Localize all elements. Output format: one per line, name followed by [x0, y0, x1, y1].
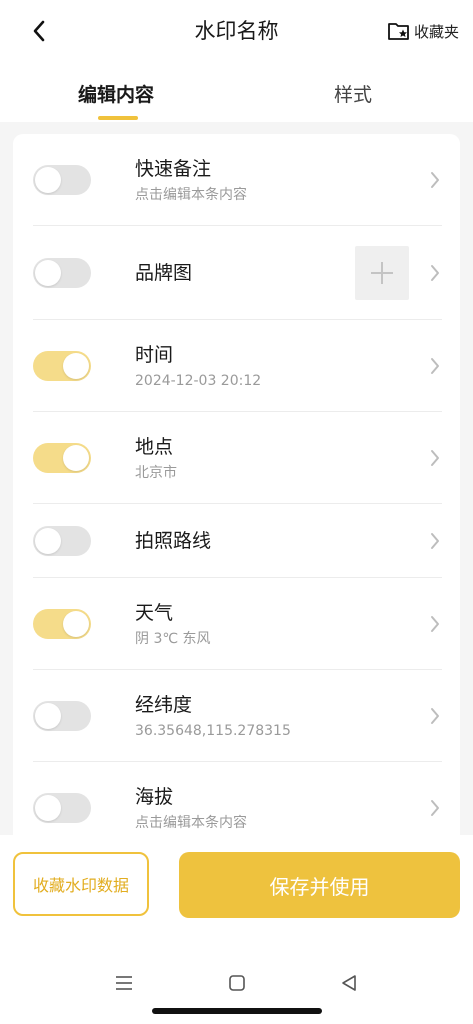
chevron-right-icon [431, 800, 439, 816]
row-title: 快速备注 [135, 158, 212, 180]
row-subtitle: 点击编辑本条内容 [135, 815, 247, 831]
location-toggle[interactable] [33, 443, 91, 473]
folder-star-icon [388, 23, 409, 40]
row-subtitle: 北京市 [135, 465, 177, 481]
list-item-coordinates[interactable]: 经纬度 36.35648,115.278315 [13, 670, 460, 762]
time-toggle[interactable] [33, 351, 91, 381]
list-item-time[interactable]: 时间 2024-12-03 20:12 [13, 320, 460, 412]
row-title: 天气 [135, 602, 174, 624]
photo-route-toggle[interactable] [33, 526, 91, 556]
chevron-right-icon [431, 172, 439, 188]
row-title: 时间 [135, 344, 174, 366]
tab-bar: 编辑内容 样式 [0, 70, 473, 122]
chevron-right-icon [431, 616, 439, 632]
row-title: 经纬度 [135, 694, 193, 716]
back-triangle-icon[interactable] [340, 974, 358, 992]
coordinates-toggle[interactable] [33, 701, 91, 731]
add-brand-image-button[interactable] [355, 246, 409, 300]
row-subtitle: 2024-12-03 20:12 [135, 373, 262, 389]
tab-edit-content[interactable]: 编辑内容 [78, 82, 154, 108]
list-item-quick-note[interactable]: 快速备注 点击编辑本条内容 [13, 134, 460, 226]
watermark-fields-list: 快速备注 点击编辑本条内容 品牌图 时间 2024-12-03 20:12 地点… [13, 134, 460, 835]
home-square-icon[interactable] [228, 974, 246, 992]
row-title: 品牌图 [135, 262, 193, 284]
row-subtitle: 36.35648,115.278315 [135, 723, 291, 739]
row-title: 海拔 [135, 786, 174, 808]
toggle-knob [63, 445, 89, 471]
weather-toggle[interactable] [33, 609, 91, 639]
list-item-weather[interactable]: 天气 阴 3℃ 东风 [13, 578, 460, 670]
toggle-knob [35, 703, 61, 729]
header-bar: 水印名称 收藏夹 [0, 0, 473, 62]
altitude-toggle[interactable] [33, 793, 91, 823]
home-indicator[interactable] [152, 1008, 322, 1014]
system-navigation-bar [0, 940, 473, 1024]
favorites-label: 收藏夹 [413, 22, 459, 41]
list-item-location[interactable]: 地点 北京市 [13, 412, 460, 504]
row-subtitle: 点击编辑本条内容 [135, 187, 247, 203]
chevron-right-icon [431, 358, 439, 374]
toggle-knob [35, 795, 61, 821]
save-and-use-button[interactable]: 保存并使用 [179, 852, 460, 918]
toggle-knob [63, 611, 89, 637]
list-item-brand-image[interactable]: 品牌图 [13, 226, 460, 320]
plus-icon [371, 262, 393, 284]
toggle-knob [35, 528, 61, 554]
chevron-right-icon [431, 708, 439, 724]
row-title: 地点 [135, 436, 174, 458]
chevron-right-icon [431, 265, 439, 281]
favorite-watermark-data-button[interactable]: 收藏水印数据 [13, 852, 149, 916]
list-item-photo-route[interactable]: 拍照路线 [13, 504, 460, 578]
tab-style[interactable]: 样式 [334, 82, 372, 108]
row-title: 拍照路线 [135, 530, 212, 552]
bottom-action-bar: 收藏水印数据 保存并使用 [0, 835, 473, 935]
brand-image-toggle[interactable] [33, 258, 91, 288]
chevron-right-icon [431, 533, 439, 549]
active-tab-indicator [98, 116, 138, 120]
toggle-knob [63, 353, 89, 379]
toggle-knob [35, 167, 61, 193]
quick-note-toggle[interactable] [33, 165, 91, 195]
menu-icon[interactable] [114, 974, 134, 992]
list-item-altitude[interactable]: 海拔 点击编辑本条内容 [13, 762, 460, 835]
favorites-button[interactable]: 收藏夹 [387, 17, 459, 45]
row-subtitle: 阴 3℃ 东风 [135, 631, 211, 647]
chevron-right-icon [431, 450, 439, 466]
toggle-knob [35, 260, 61, 286]
